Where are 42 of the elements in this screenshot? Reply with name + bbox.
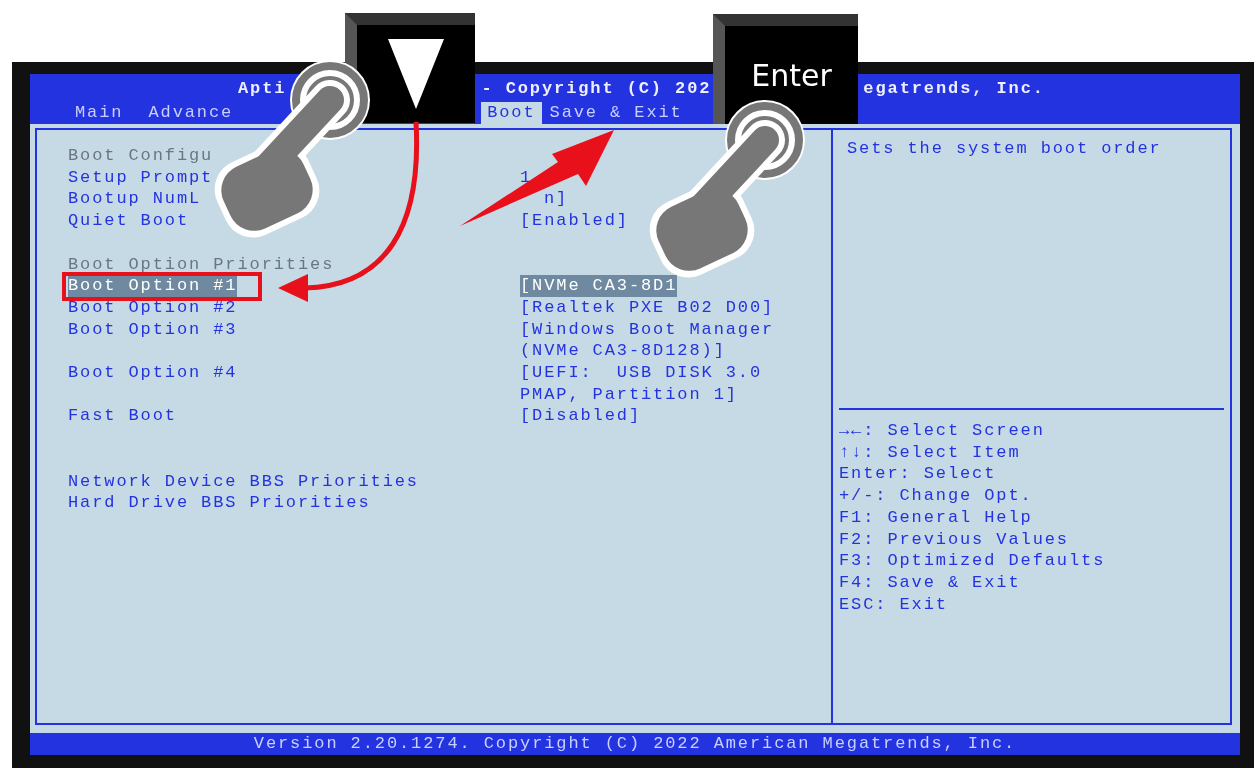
bios-title: - Copyright (C) 202 — [481, 78, 712, 100]
setting-value: [Realtek PXE B02 D00] — [520, 296, 775, 319]
key-hint: F4: Save & Exit — [839, 571, 1021, 594]
key-hint: F2: Previous Values — [839, 528, 1069, 551]
section-heading: Boot Configu — [68, 145, 214, 167]
setting-value: (NVMe CA3-8D128)] — [520, 340, 726, 362]
setting-value: [Disabled] — [520, 405, 642, 428]
key-hint: Enter: Select — [839, 463, 997, 486]
version-footer: Version 2.20.1274. Copyright (C) 2022 American Megatrends, Inc. — [253, 733, 1017, 755]
down-triangle-icon — [388, 39, 444, 109]
setting-value: PMAP, Partition 1] — [520, 383, 738, 406]
key-hint: ESC: Exit — [839, 593, 948, 616]
key-hint: +/-: Change Opt. — [839, 485, 1033, 507]
setting-value: 1 — [520, 166, 533, 189]
bios-title: egatrends, Inc. — [863, 78, 1045, 100]
setting-value: [NVMe CA3-8D1 — [520, 275, 678, 297]
setting-label[interactable]: Hard Drive BBS Priorities — [68, 492, 371, 514]
setting-value: [Windows Boot Manager — [520, 318, 775, 341]
menu-tab[interactable]: Save & Exit — [543, 102, 689, 124]
key-label: Enter — [751, 57, 832, 93]
menu-tab[interactable]: Main — [69, 102, 130, 124]
setting-label[interactable]: Boot Option #4 — [68, 362, 238, 406]
setting-label[interactable]: Boot Option #3 — [68, 318, 238, 362]
setting-label[interactable]: Boot Option #2 — [68, 296, 238, 319]
key-hint: F3: Optimized Defaults — [839, 550, 1106, 572]
menu-tab[interactable]: Boot — [481, 102, 542, 124]
section-heading: Boot Option Priorities — [68, 253, 335, 276]
help-text: Sets the system boot order — [847, 139, 1162, 158]
key-hint: →←: Select Screen — [839, 420, 1045, 442]
setting-label[interactable]: Quiet Boot — [68, 210, 190, 232]
setting-value: [Enabled] — [520, 210, 629, 232]
setting-label[interactable]: Network Device BBS Priorities — [68, 470, 419, 493]
bios-title: Apti — [238, 78, 287, 100]
setting-label[interactable]: Bootup NumL — [68, 188, 202, 211]
menu-tab[interactable]: Advance — [142, 102, 240, 124]
setting-value: n] — [544, 188, 569, 211]
key-hint: ↑↓: Select Item — [839, 441, 1021, 464]
setting-label[interactable]: Fast Boot — [68, 405, 177, 428]
setting-value: [UEFI: USB DISK 3.0 — [520, 362, 763, 384]
key-hint: F1: General Help — [839, 506, 1033, 529]
setting-label[interactable]: Setup Prompt — [68, 166, 214, 189]
setting-label[interactable]: Boot Option #1 — [68, 275, 238, 297]
